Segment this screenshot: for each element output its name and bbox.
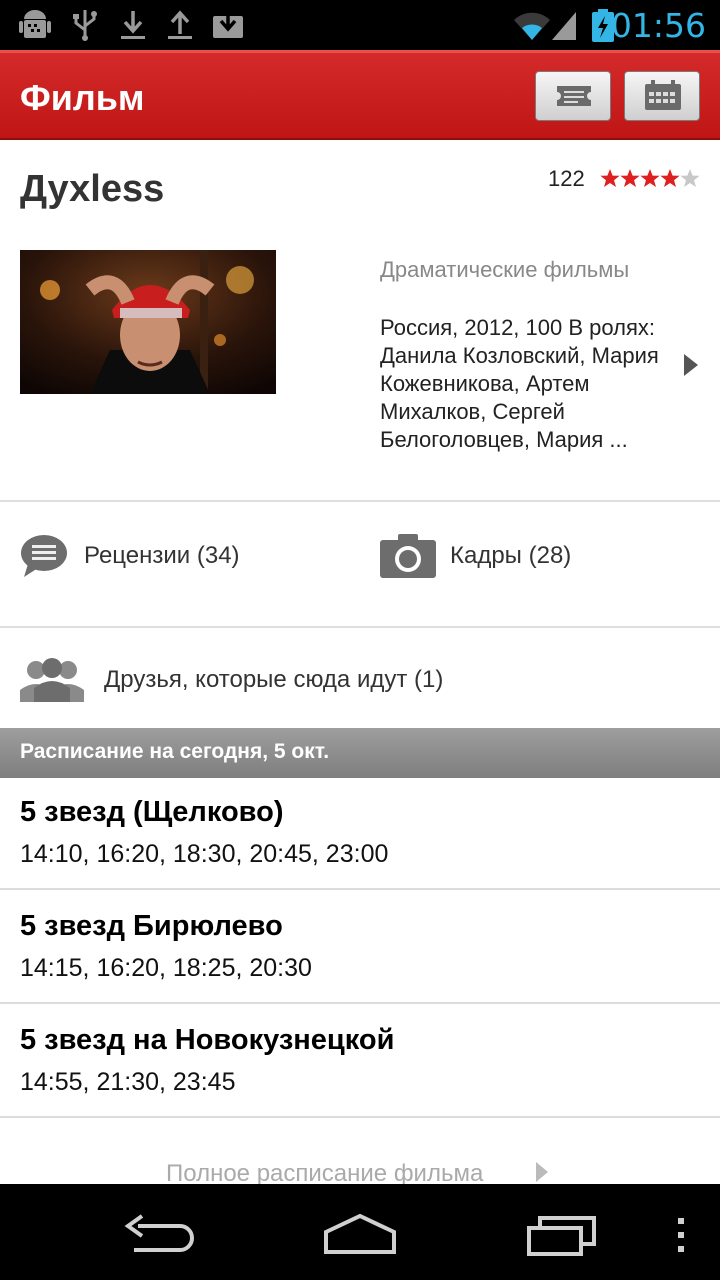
poster-image: [20, 250, 276, 394]
rating-count: 122: [548, 166, 585, 191]
chevron-right-icon[interactable]: [682, 352, 700, 378]
upload-icon: [168, 10, 192, 39]
star-icon: [660, 169, 680, 187]
download-box-icon: [213, 10, 243, 38]
cinema-row[interactable]: 5 звезд Бирюлево 14:15, 16:20, 18:25, 20…: [0, 892, 720, 1004]
star-empty-icon: [680, 169, 700, 187]
clock: 01:56: [610, 6, 706, 45]
stills-link[interactable]: Кадры (28): [450, 542, 571, 570]
cinema-name: 5 звезд на Новокузнецкой: [20, 1024, 395, 1056]
chevron-right-icon: [536, 1162, 548, 1182]
ticket-icon: [557, 86, 591, 106]
reviews-link[interactable]: Рецензии (34): [84, 542, 240, 570]
recents-icon[interactable]: [526, 1214, 598, 1256]
friends-icon: [20, 658, 84, 702]
cinema-row[interactable]: 5 звезд (Щелково) 14:10, 16:20, 18:30, 2…: [0, 778, 720, 890]
star-icon: [600, 169, 620, 187]
cinema-name: 5 звезд Бирюлево: [20, 910, 283, 942]
wifi-signal-icon: [514, 12, 576, 41]
calendar-icon: [645, 80, 681, 110]
overflow-menu-icon[interactable]: [676, 1218, 686, 1252]
film-poster[interactable]: [20, 250, 276, 394]
cinema-showtimes: 14:15, 16:20, 18:25, 20:30: [20, 954, 312, 982]
status-bar: 01:56: [0, 0, 720, 50]
cinema-showtimes: 14:55, 21:30, 23:45: [20, 1068, 236, 1096]
divider: [0, 500, 720, 502]
speech-bubble-icon: [21, 535, 67, 577]
schedule-header-label: Расписание на сегодня, 5 окт.: [20, 740, 330, 763]
schedule-header: Расписание на сегодня, 5 окт.: [0, 728, 720, 778]
back-icon[interactable]: [124, 1214, 196, 1254]
film-genre: Драматические фильмы: [380, 257, 630, 282]
system-nav-bar: [0, 1184, 720, 1280]
film-title: Духless: [20, 168, 165, 210]
tickets-button[interactable]: [535, 71, 611, 121]
film-details: Россия, 2012, 100 В ролях: Данила Козлов…: [380, 315, 659, 452]
download-icon: [121, 11, 145, 39]
cinema-name: 5 звезд (Щелково): [20, 796, 284, 828]
divider: [0, 626, 720, 628]
usb-icon: [73, 10, 97, 41]
friends-going-link[interactable]: Друзья, которые сюда идут (1): [104, 666, 443, 694]
star-icon: [640, 169, 660, 187]
rating-stars: [600, 169, 700, 187]
page-title: Фильм: [20, 77, 145, 118]
android-debug-icon: [19, 10, 51, 38]
calendar-button[interactable]: [624, 71, 700, 121]
cinema-showtimes: 14:10, 16:20, 18:30, 20:45, 23:00: [20, 840, 389, 868]
star-icon: [620, 169, 640, 187]
app-bar: Фильм: [0, 50, 720, 140]
home-icon[interactable]: [322, 1212, 398, 1256]
camera-icon: [380, 534, 436, 578]
cinema-row[interactable]: 5 звезд на Новокузнецкой 14:55, 21:30, 2…: [0, 1006, 720, 1118]
